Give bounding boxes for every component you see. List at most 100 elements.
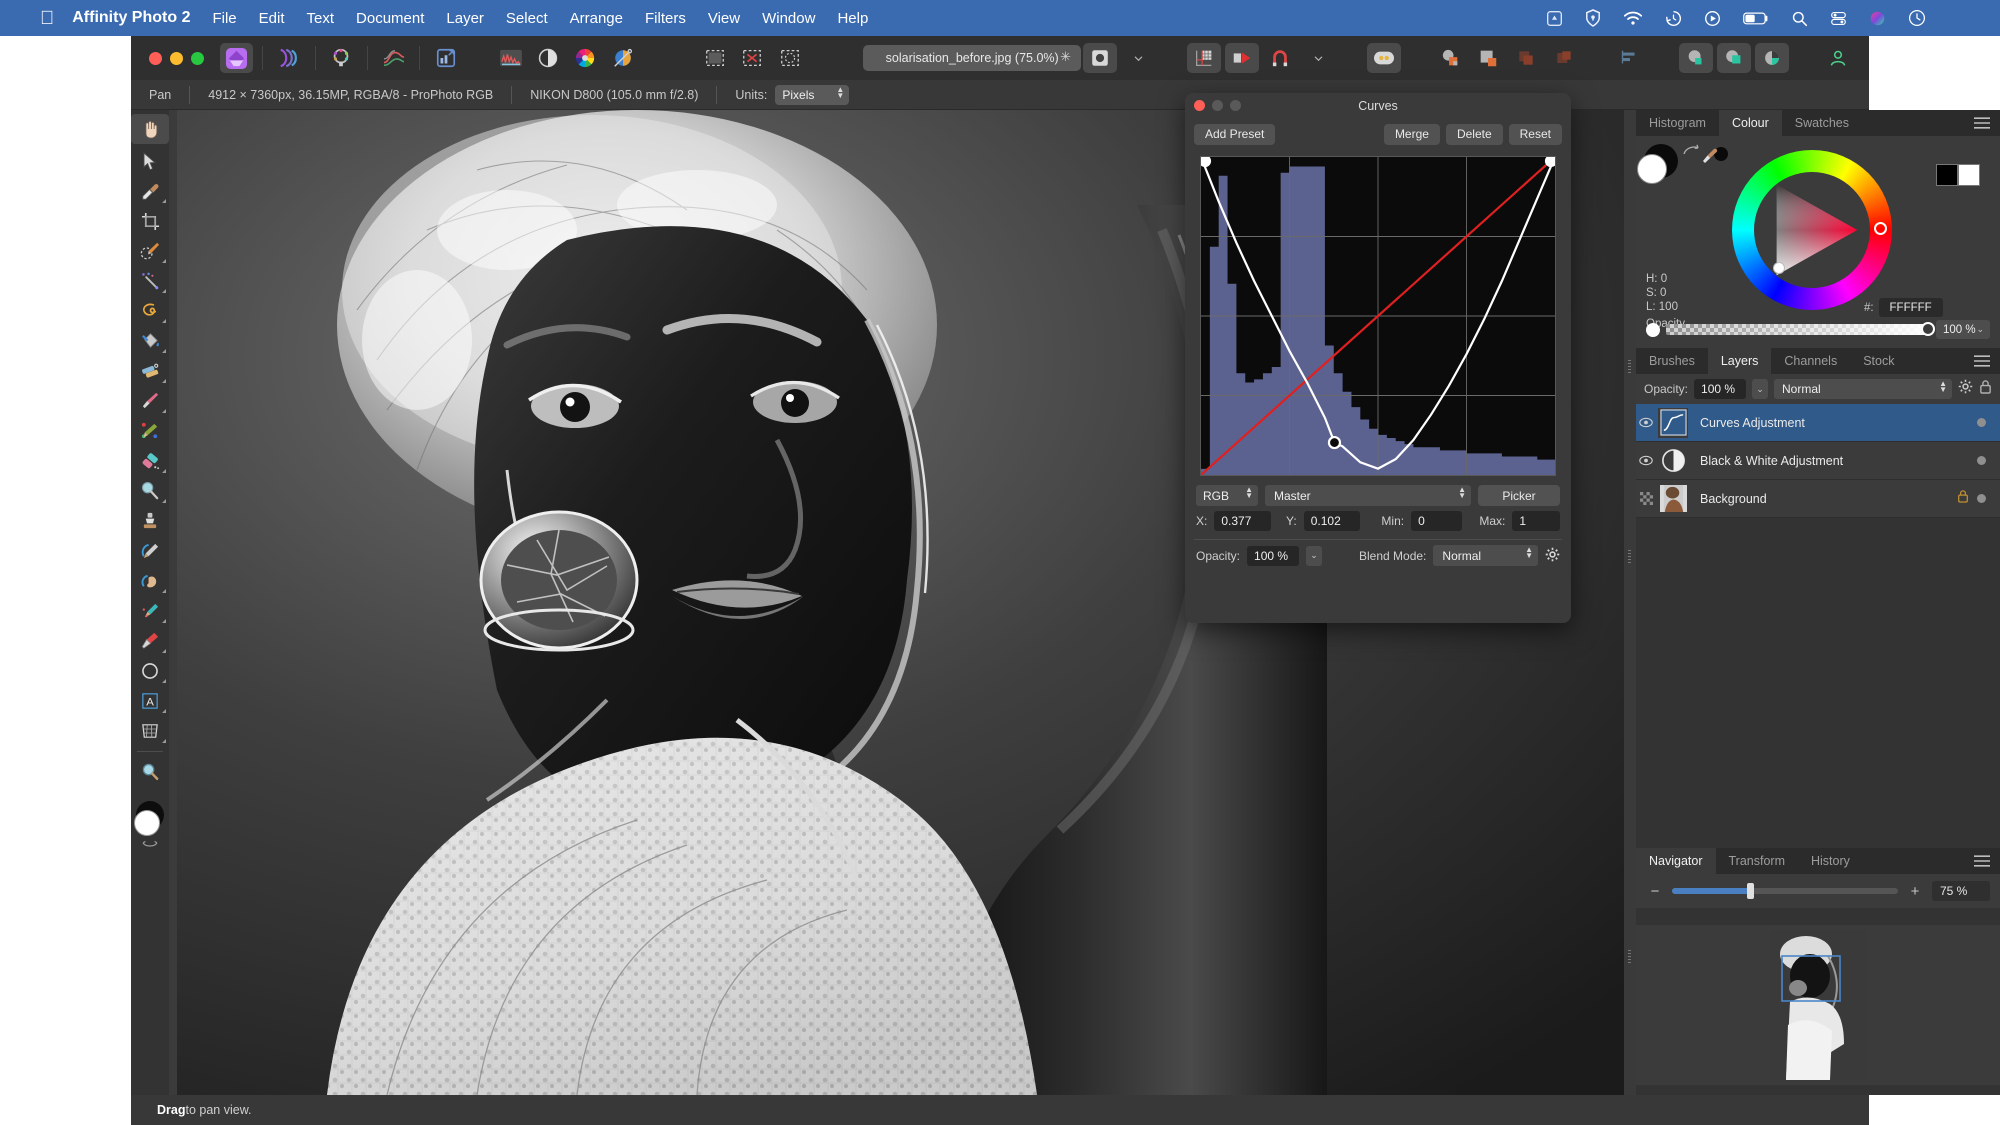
foreground-colour-swatch[interactable] (134, 810, 160, 836)
tab-channels[interactable]: Channels (1771, 348, 1850, 374)
zoom-out-button[interactable]: − (1646, 882, 1664, 900)
tool-erase-brush[interactable] (131, 446, 169, 476)
hue-ring[interactable] (1732, 150, 1892, 310)
layer-visibility-toggle[interactable] (1636, 417, 1656, 428)
curves-opacity-input[interactable]: 100 % (1247, 546, 1299, 566)
adjustment-icon[interactable] (531, 43, 564, 73)
tool-move[interactable] (131, 146, 169, 176)
curves-dialog-titlebar[interactable]: Curves (1185, 93, 1571, 119)
tool-sponge-brush[interactable] (131, 596, 169, 626)
layer-blend-mode-select[interactable]: Normal ▲▼ (1774, 379, 1952, 399)
curves-close-button[interactable] (1194, 100, 1205, 111)
tool-ellipse-shape[interactable] (131, 656, 169, 686)
x-input[interactable]: 0.377 (1214, 511, 1271, 531)
minimize-button[interactable] (170, 52, 183, 65)
flatten-icon[interactable] (1717, 43, 1751, 73)
tool-flood-select[interactable] (131, 266, 169, 296)
search-icon[interactable] (1791, 10, 1808, 27)
tab-layers[interactable]: Layers (1708, 348, 1772, 374)
assistant-icon[interactable] (1083, 43, 1117, 73)
saturation-triangle[interactable] (1755, 171, 1873, 289)
tone-mapping-persona-button[interactable] (377, 43, 410, 73)
boolean-subtract-icon[interactable] (1471, 43, 1505, 73)
zoom-slider-knob[interactable] (1747, 883, 1754, 899)
close-button[interactable] (149, 52, 162, 65)
saturation-marker[interactable] (1773, 262, 1785, 274)
geometry-icon[interactable] (1755, 43, 1789, 73)
time-machine-icon[interactable] (1665, 10, 1682, 27)
tab-colour[interactable]: Colour (1719, 110, 1782, 136)
tab-swatches[interactable]: Swatches (1782, 110, 1862, 136)
colour-wheel-icon[interactable] (569, 43, 602, 73)
menu-item-edit[interactable]: Edit (259, 10, 285, 27)
liquify-persona-button[interactable] (272, 43, 305, 73)
curves-blend-select[interactable]: Normal ▲▼ (1433, 545, 1538, 566)
layer-row-black-white-adjustment[interactable]: Black & White Adjustment (1636, 442, 2000, 480)
chevron-down-icon[interactable] (1301, 43, 1335, 73)
layer-opacity-input[interactable]: 100 % (1694, 379, 1746, 399)
layer-row-background[interactable]: Background (1636, 480, 2000, 518)
swap-colours-icon[interactable] (142, 839, 158, 849)
photo-persona-button[interactable] (220, 43, 253, 73)
delete-button[interactable]: Delete (1446, 124, 1503, 145)
menu-item-text[interactable]: Text (307, 10, 335, 27)
tab-transform[interactable]: Transform (1716, 848, 1799, 874)
export-persona-button[interactable] (429, 43, 462, 73)
gear-icon[interactable] (1545, 547, 1560, 565)
max-input[interactable]: 1 (1512, 511, 1560, 531)
curves-minimize-button[interactable] (1212, 100, 1223, 111)
menu-item-help[interactable]: Help (837, 10, 868, 27)
tool-gradient[interactable] (131, 356, 169, 386)
boolean-divide-icon[interactable] (1547, 43, 1581, 73)
layer-status-dot[interactable] (1977, 494, 1986, 503)
layer-thumbnail-curve-icon[interactable] (1658, 408, 1688, 438)
account-icon[interactable] (1821, 43, 1855, 73)
pixel-selection-icon[interactable] (698, 43, 731, 73)
tool-colour-picker[interactable] (131, 176, 169, 206)
tool-paint-mixer-brush[interactable] (131, 416, 169, 446)
align-icon[interactable] (1613, 43, 1647, 73)
channel-select[interactable]: Master ▲▼ (1265, 485, 1471, 506)
tool-blemish-removal[interactable] (131, 536, 169, 566)
zoom-level-value[interactable]: 75 % (1932, 881, 1990, 901)
colour-opacity-value[interactable]: 100 % ⌄ (1936, 320, 1990, 339)
gear-icon[interactable] (1958, 379, 1973, 399)
curves-zoom-button[interactable] (1230, 100, 1241, 111)
panel-menu-icon[interactable] (1974, 116, 1990, 134)
colour-space-select[interactable]: RGB ▲▼ (1196, 485, 1258, 506)
selected-node[interactable] (1329, 437, 1340, 448)
dropbox-icon[interactable] (1546, 10, 1563, 27)
layer-row-curves-adjustment[interactable]: Curves Adjustment (1636, 404, 2000, 442)
layer-visibility-toggle[interactable] (1636, 455, 1656, 466)
apple-logo-icon[interactable]:  (40, 9, 54, 28)
chevron-down-icon[interactable]: ⌄ (1752, 379, 1768, 399)
units-select[interactable]: Pixels ▲▼ (775, 85, 849, 105)
tab-brushes[interactable]: Brushes (1636, 348, 1708, 374)
hex-input[interactable]: FFFFFF (1879, 298, 1943, 317)
tool-dodge-burn[interactable] (131, 476, 169, 506)
tab-history[interactable]: History (1798, 848, 1863, 874)
menu-item-document[interactable]: Document (356, 10, 424, 27)
curves-dialog[interactable]: Curves Add Preset Merge Delete Reset RGB (1185, 93, 1571, 623)
chevron-down-icon[interactable]: ⌄ (1306, 546, 1322, 566)
tool-view-pan[interactable] (131, 114, 169, 144)
layer-thumbnail-photo[interactable] (1658, 484, 1688, 514)
boolean-intersect-icon[interactable] (1509, 43, 1543, 73)
tool-flood-fill[interactable] (131, 326, 169, 356)
opacity-slider[interactable] (1666, 324, 1930, 335)
zoom-in-button[interactable]: + (1906, 882, 1924, 900)
hue-marker[interactable] (1874, 222, 1887, 235)
shield-icon[interactable] (1585, 9, 1601, 27)
develop-persona-button[interactable] (325, 43, 358, 73)
menu-item-file[interactable]: File (212, 10, 236, 27)
chevron-down-icon[interactable]: ⌄ (1976, 324, 1984, 335)
opacity-slider-knob[interactable] (1921, 322, 1935, 336)
merge-curves-icon[interactable] (1679, 43, 1713, 73)
white-point-node[interactable] (1546, 157, 1556, 167)
menu-item-window[interactable]: Window (762, 10, 815, 27)
tool-paint-brush[interactable] (131, 386, 169, 416)
tool-pen[interactable] (131, 626, 169, 656)
lock-icon[interactable] (1979, 379, 1992, 399)
tool-artistic-text[interactable]: A (131, 686, 169, 716)
tool-selection-brush[interactable] (131, 236, 169, 266)
